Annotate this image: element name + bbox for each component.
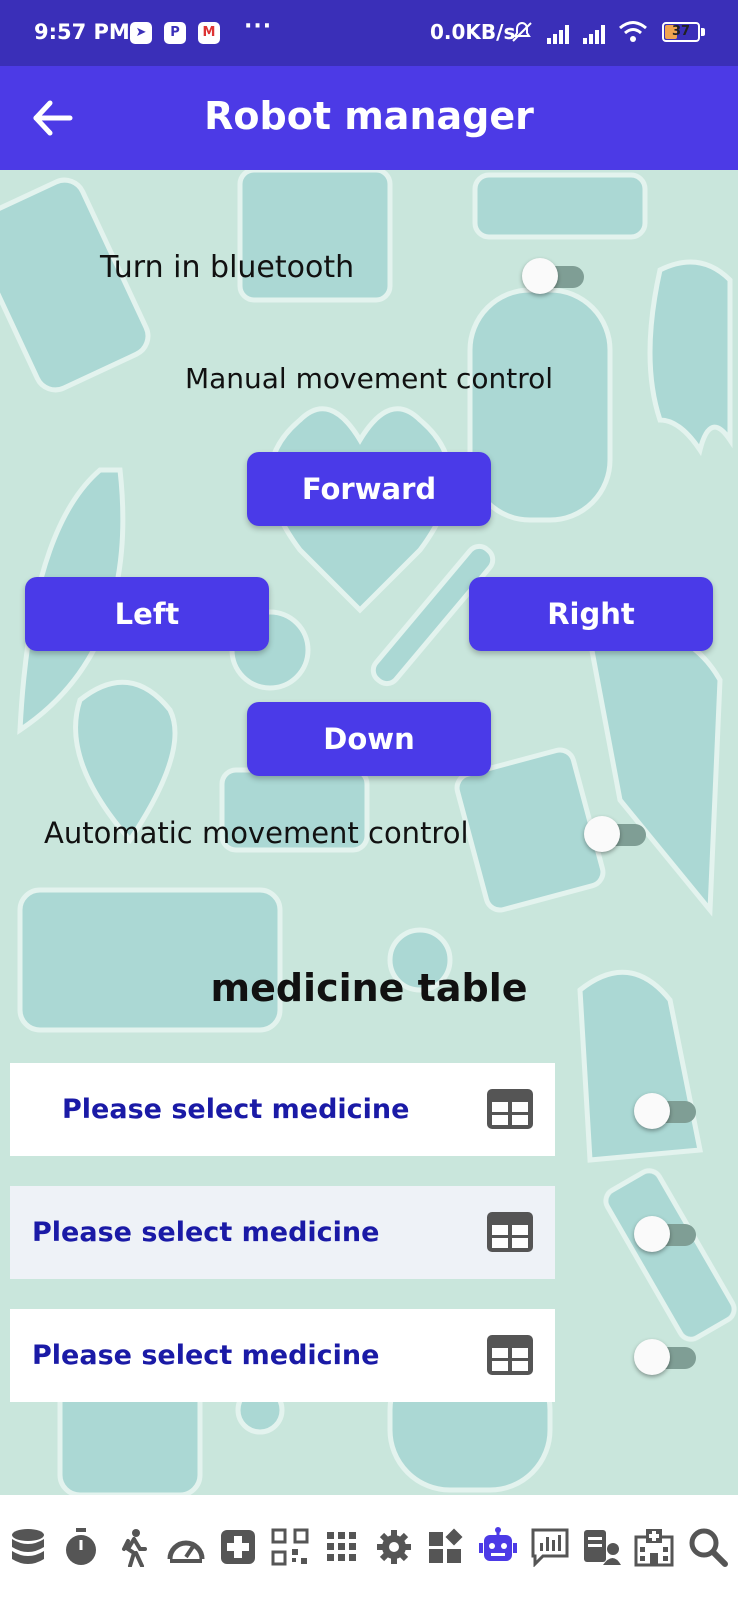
- medicine-row-3[interactable]: Please select medicine: [10, 1309, 555, 1402]
- battery-icon: 37: [662, 22, 700, 42]
- robot-icon[interactable]: [478, 1527, 518, 1567]
- status-time: 9:57 PM: [34, 20, 130, 44]
- settings-gear-icon[interactable]: [374, 1527, 414, 1567]
- net-speed: 0.0KB/s: [430, 20, 516, 44]
- table-grid-icon[interactable]: [487, 1212, 533, 1252]
- app-bar: Robot manager: [0, 66, 738, 170]
- bottom-navigation: [0, 1495, 738, 1600]
- battery-level: 37: [671, 24, 691, 39]
- bluetooth-toggle[interactable]: [522, 258, 584, 294]
- wifi-icon: [619, 21, 647, 42]
- down-button[interactable]: Down: [247, 702, 491, 776]
- manual-control-label: Manual movement control: [184, 362, 554, 395]
- bluetooth-label: Turn in bluetooth: [100, 250, 355, 285]
- forward-button[interactable]: Forward: [247, 452, 491, 526]
- patient-record-icon[interactable]: [582, 1527, 622, 1567]
- signal-1-icon: [547, 25, 569, 44]
- automatic-control-toggle[interactable]: [584, 816, 646, 852]
- walking-icon[interactable]: [114, 1527, 154, 1567]
- status-bar: 9:57 PM ➤ P M ··· 0.0KB/s 37: [0, 0, 738, 66]
- medicine-select-2[interactable]: Please select medicine: [32, 1217, 379, 1248]
- right-button[interactable]: Right: [469, 577, 713, 651]
- chart-message-icon[interactable]: [530, 1527, 570, 1567]
- p-app-icon: P: [164, 22, 186, 44]
- gmail-icon: M: [198, 22, 220, 44]
- left-button[interactable]: Left: [25, 577, 269, 651]
- mute-bell-icon: [512, 21, 532, 42]
- medicine-select-1[interactable]: Please select medicine: [62, 1094, 409, 1125]
- page-title: Robot manager: [204, 94, 534, 138]
- widgets-icon[interactable]: [426, 1527, 466, 1567]
- gauge-icon[interactable]: [166, 1527, 206, 1567]
- toggle-thumb: [584, 816, 620, 852]
- medicine-row-2[interactable]: Please select medicine: [10, 1186, 555, 1279]
- qr-code-icon[interactable]: [270, 1527, 310, 1567]
- medicine-select-3[interactable]: Please select medicine: [32, 1340, 379, 1371]
- table-grid-icon[interactable]: [487, 1089, 533, 1129]
- toggle-thumb: [522, 258, 558, 294]
- toggle-thumb: [634, 1093, 670, 1129]
- medicine-table-title: medicine table: [210, 966, 528, 1010]
- table-grid-icon[interactable]: [487, 1335, 533, 1375]
- toggle-thumb: [634, 1339, 670, 1375]
- medicine-toggle-1[interactable]: [634, 1093, 696, 1129]
- medicine-toggle-3[interactable]: [634, 1339, 696, 1375]
- telegram-icon: ➤: [130, 22, 152, 44]
- battery-tip: [701, 28, 705, 36]
- hospital-icon[interactable]: [634, 1527, 674, 1567]
- database-icon[interactable]: [8, 1527, 48, 1567]
- search-icon[interactable]: [688, 1527, 728, 1567]
- medicine-toggle-2[interactable]: [634, 1216, 696, 1252]
- timer-icon[interactable]: [61, 1527, 101, 1567]
- medicine-row-1[interactable]: Please select medicine: [10, 1063, 555, 1156]
- automatic-control-label: Automatic movement control: [44, 816, 469, 850]
- apps-grid-icon[interactable]: [322, 1527, 362, 1567]
- signal-2-icon: [583, 25, 605, 44]
- toggle-thumb: [634, 1216, 670, 1252]
- medical-cross-icon[interactable]: [218, 1527, 258, 1567]
- more-notifications-icon: ···: [244, 14, 273, 39]
